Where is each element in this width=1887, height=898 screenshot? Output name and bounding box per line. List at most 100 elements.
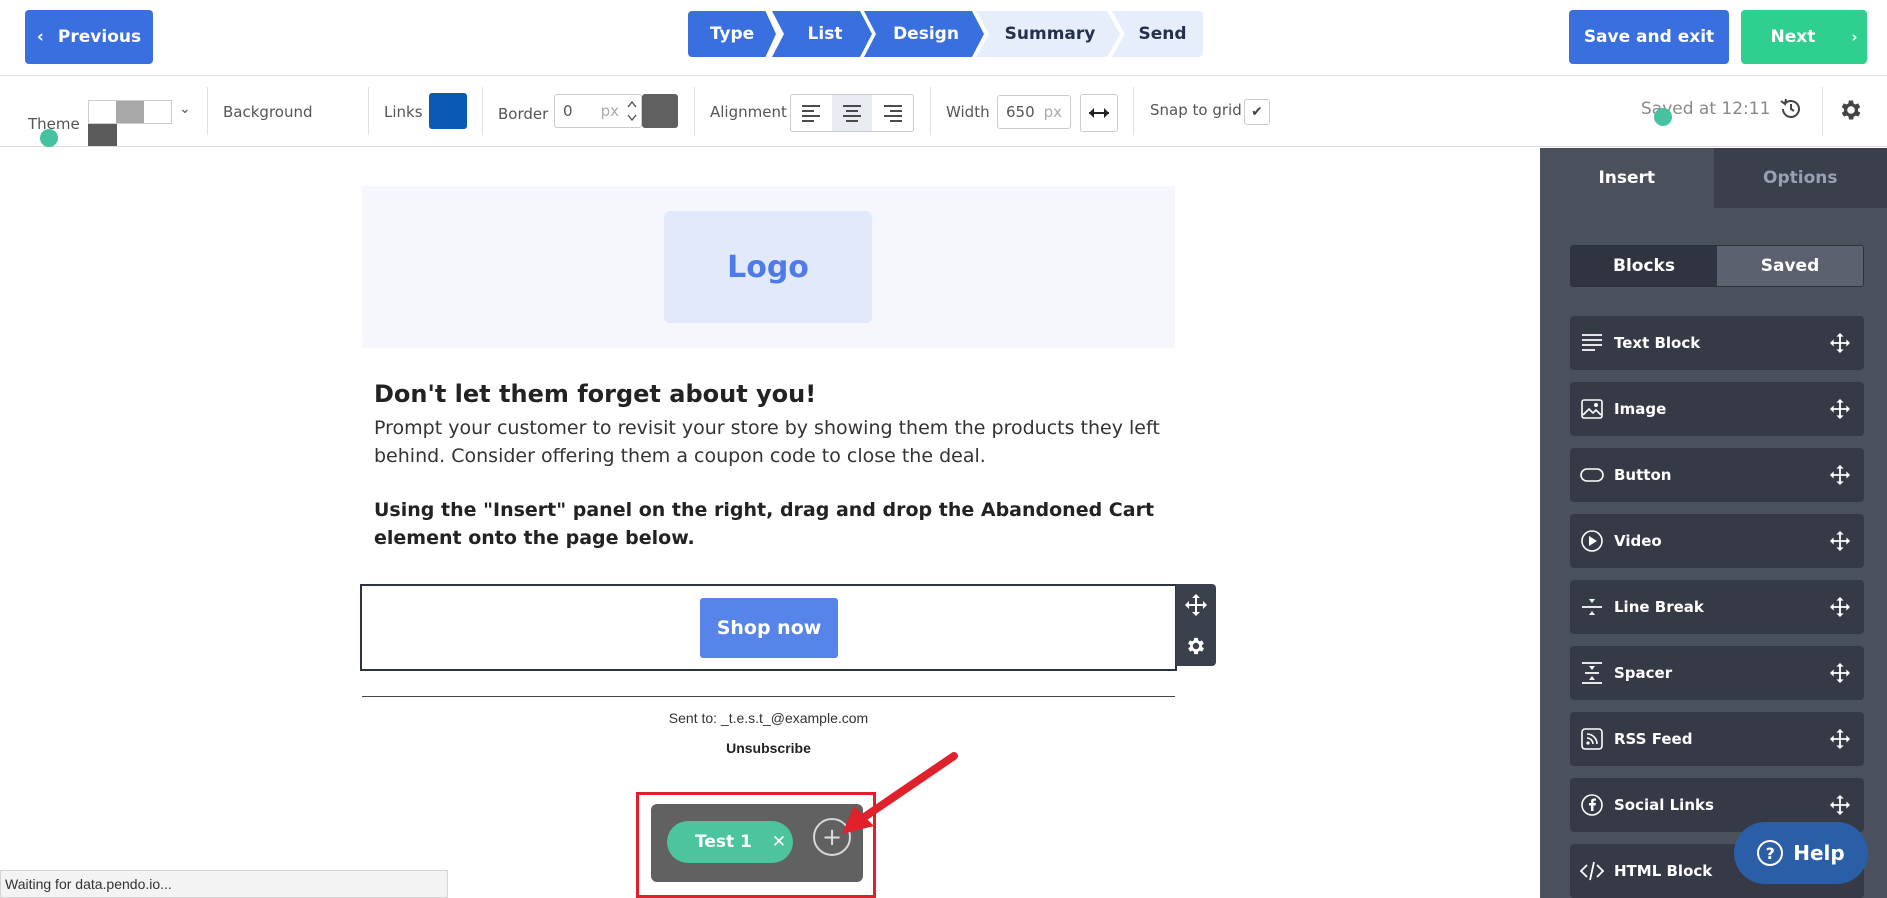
border-width-value: 0 <box>563 102 573 120</box>
tab-insert[interactable]: Insert <box>1540 148 1714 208</box>
block-item-label: Text Block <box>1614 334 1701 352</box>
background-label[interactable]: Background <box>223 103 313 121</box>
move-icon[interactable] <box>1185 593 1207 616</box>
image-icon <box>1581 399 1603 419</box>
previous-button[interactable]: ‹ Previous <box>25 10 153 64</box>
snap-to-grid-checkbox[interactable]: ✔ <box>1244 99 1270 125</box>
divider <box>930 87 931 135</box>
step-summary[interactable]: Summary <box>976 11 1120 57</box>
border-color-picker[interactable] <box>642 94 678 128</box>
gear-icon[interactable] <box>1185 635 1207 657</box>
block-item-rss-feed[interactable]: RSS Feed <box>1570 712 1864 766</box>
logo-section[interactable]: Logo <box>362 186 1175 348</box>
help-label: Help <box>1793 841 1845 865</box>
chevron-right-icon: › <box>1851 28 1858 46</box>
border-unit: px <box>600 102 619 120</box>
block-item-label: Button <box>1614 466 1672 484</box>
block-item-label: Image <box>1614 400 1667 418</box>
email-body-text[interactable]: Prompt your customer to revisit your sto… <box>374 414 1164 470</box>
stepper-arrows-icon[interactable] <box>627 98 637 124</box>
help-button[interactable]: ? Help <box>1734 822 1868 884</box>
full-width-button[interactable] <box>1080 94 1118 132</box>
text-lines-icon <box>1582 334 1602 351</box>
border-label: Border <box>498 105 549 123</box>
block-item-image[interactable]: Image <box>1570 382 1864 436</box>
move-icon[interactable] <box>1830 465 1850 485</box>
align-left-button[interactable] <box>791 95 832 131</box>
theme-swatch-dark[interactable] <box>88 124 117 146</box>
gear-icon[interactable] <box>1838 97 1864 123</box>
block-item-line-break[interactable]: Line Break <box>1570 580 1864 634</box>
step-list[interactable]: List <box>772 11 872 57</box>
tab-options[interactable]: Options <box>1713 148 1887 208</box>
logo-placeholder[interactable]: Logo <box>664 211 872 323</box>
snap-to-grid-label: Snap to grid <box>1150 101 1242 119</box>
divider <box>1822 87 1823 135</box>
horizontal-arrows-icon <box>1089 108 1109 118</box>
annotation-arrow-icon <box>842 752 958 834</box>
block-item-text[interactable]: Text Block <box>1570 316 1864 370</box>
align-center-button[interactable] <box>831 95 873 131</box>
border-width-input[interactable]: 0 px <box>554 94 642 128</box>
links-color-picker[interactable] <box>429 93 467 129</box>
subtab-saved[interactable]: Saved <box>1717 246 1863 286</box>
alignment-group <box>790 94 914 132</box>
play-icon <box>1581 530 1603 552</box>
line-break-icon <box>1582 599 1602 615</box>
step-design[interactable]: Design <box>864 11 984 57</box>
block-item-label: Spacer <box>1614 664 1673 682</box>
block-item-button[interactable]: Button <box>1570 448 1864 502</box>
move-icon[interactable] <box>1830 663 1850 683</box>
button-block[interactable]: Shop now <box>360 584 1177 671</box>
chevron-down-icon[interactable]: ⌄ <box>179 101 191 117</box>
code-icon <box>1580 861 1604 881</box>
align-right-icon <box>883 105 902 122</box>
block-item-label: Social Links <box>1614 796 1714 814</box>
email-instruction-text[interactable]: Using the "Insert" panel on the right, d… <box>374 496 1164 552</box>
chevron-left-icon: ‹ <box>36 27 44 47</box>
move-icon[interactable] <box>1830 399 1850 419</box>
button-icon <box>1580 468 1604 482</box>
subtab-blocks[interactable]: Blocks <box>1571 246 1717 286</box>
width-input[interactable]: 650 px <box>997 95 1071 129</box>
theme-swatches[interactable] <box>88 100 172 124</box>
history-icon[interactable] <box>1779 97 1803 121</box>
guide-hotspot[interactable] <box>1654 108 1672 126</box>
move-icon[interactable] <box>1830 597 1850 617</box>
guide-hotspot[interactable] <box>40 129 58 147</box>
step-send[interactable]: Send <box>1112 11 1203 57</box>
save-and-exit-button[interactable]: Save and exit <box>1569 10 1729 64</box>
links-label: Links <box>384 103 423 121</box>
divider <box>1133 87 1134 135</box>
close-icon[interactable]: ✕ <box>772 832 786 852</box>
move-icon[interactable] <box>1830 531 1850 551</box>
align-left-icon <box>802 105 821 122</box>
test-variant-label: Test 1 <box>695 832 752 852</box>
divider <box>207 87 208 135</box>
block-controls <box>1176 584 1216 666</box>
progress-steps: Type List Design Summary Send <box>688 11 1203 57</box>
rss-icon <box>1581 728 1603 750</box>
block-item-video[interactable]: Video <box>1570 514 1864 568</box>
width-value: 650 <box>1006 103 1035 121</box>
move-icon[interactable] <box>1830 729 1850 749</box>
divider <box>482 87 483 135</box>
step-type[interactable]: Type <box>688 11 776 57</box>
theme-swatch-1 <box>89 101 117 123</box>
move-icon[interactable] <box>1830 333 1850 353</box>
next-label: Next <box>1770 27 1816 47</box>
browser-status-bar: Waiting for data.pendo.io... <box>0 870 448 898</box>
move-icon[interactable] <box>1830 795 1850 815</box>
align-right-button[interactable] <box>872 95 913 131</box>
unsubscribe-link[interactable]: Unsubscribe <box>362 740 1175 756</box>
panel-tabs: Insert Options <box>1540 148 1887 208</box>
email-headline[interactable]: Don't let them forget about you! <box>374 380 816 408</box>
help-icon: ? <box>1757 840 1784 866</box>
top-navigation: ‹ Previous Type List Design Summary Send… <box>0 0 1887 76</box>
block-item-spacer[interactable]: Spacer <box>1570 646 1864 700</box>
block-item-label: RSS Feed <box>1614 730 1693 748</box>
next-button[interactable]: Next › <box>1741 10 1867 64</box>
block-item-label: HTML Block <box>1614 862 1713 880</box>
test-variant-pill[interactable]: Test 1 ✕ <box>667 821 793 863</box>
shop-now-button[interactable]: Shop now <box>700 598 838 658</box>
